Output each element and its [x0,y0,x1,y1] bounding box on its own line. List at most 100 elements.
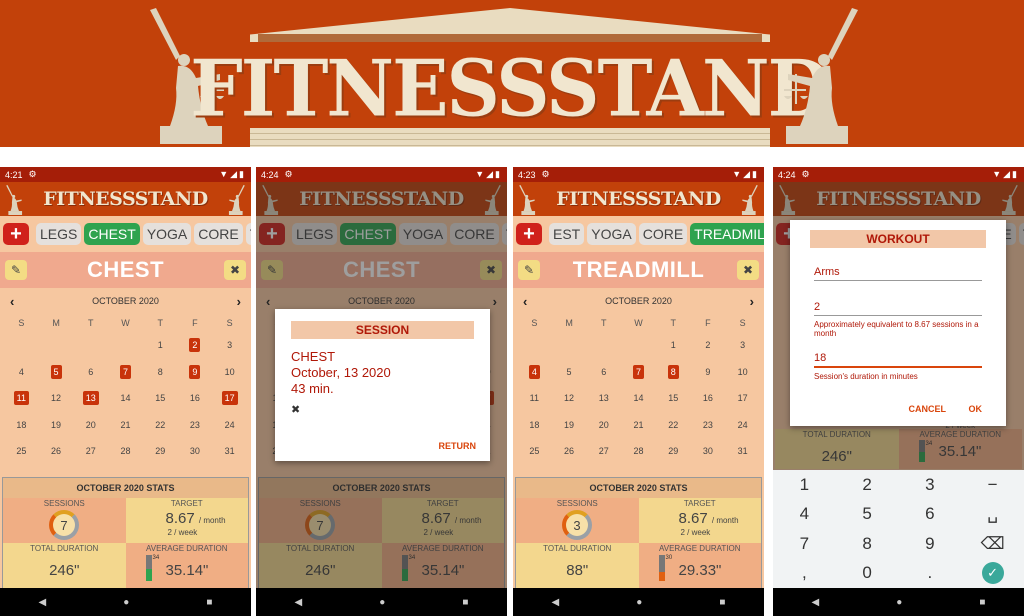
calendar-day[interactable]: 5 [39,359,74,386]
delete-icon[interactable]: ✖ [291,403,474,416]
chevron-left-icon[interactable]: ‹ [523,294,527,309]
tab-chest[interactable]: CHEST [84,223,140,245]
back-icon[interactable]: ◀ [39,597,47,608]
calendar-day[interactable]: 30 [178,438,213,465]
chevron-left-icon[interactable]: ‹ [10,294,14,309]
calendar-day[interactable]: 20 [73,412,108,439]
tab-est[interactable]: EST [549,223,585,245]
calendar-day[interactable]: 29 [143,438,178,465]
delete-icon[interactable]: ✖ [224,260,246,280]
session-day-marker[interactable]: 7 [119,364,131,379]
calendar-day[interactable]: 27 [586,438,621,465]
calendar-day[interactable]: 5 [552,359,587,386]
keypad-key[interactable]: ␣ [961,500,1024,530]
session-day-marker[interactable]: 9 [189,364,201,379]
keypad-done-key[interactable]: ✓ [961,559,1024,589]
calendar-day[interactable]: 28 [108,438,143,465]
calendar-day[interactable]: 26 [552,438,587,465]
calendar-day[interactable]: 12 [552,385,587,412]
tab-yoga[interactable]: YOGA [142,223,192,245]
workout-name-field[interactable]: Arms [814,266,982,281]
recents-icon[interactable]: ■ [206,597,212,608]
keypad-key[interactable]: 0 [836,559,899,589]
calendar-day[interactable]: 25 [4,438,39,465]
home-icon[interactable]: ● [123,597,129,608]
calendar-day[interactable]: 10 [212,359,247,386]
calendar-day[interactable]: 9 [691,359,726,386]
home-icon[interactable]: ● [379,597,385,608]
calendar-day[interactable]: 2 [691,332,726,359]
calendar-day[interactable]: 11 [4,385,39,412]
back-icon[interactable]: ◀ [295,597,303,608]
tab-yoga[interactable]: YOGA [587,223,636,245]
session-day-marker[interactable]: 7 [632,364,644,379]
return-button[interactable]: RETURN [439,441,477,451]
calendar-day[interactable]: 24 [212,412,247,439]
session-day-marker[interactable]: 11 [13,391,30,406]
session-day-marker[interactable]: 8 [667,364,679,379]
add-workout-button[interactable]: + [516,223,542,245]
calendar-day[interactable]: 13 [73,385,108,412]
keypad-key[interactable]: 6 [899,500,962,530]
calendar-day[interactable]: 28 [621,438,656,465]
session-day-marker[interactable]: 5 [50,364,62,379]
calendar-day[interactable]: 11 [517,385,552,412]
calendar-day[interactable]: 16 [178,385,213,412]
keypad-key[interactable]: 3 [899,470,962,500]
calendar-day[interactable]: 9 [178,359,213,386]
keypad-key[interactable]: . [899,559,962,589]
calendar-day[interactable]: 19 [39,412,74,439]
session-day-marker[interactable]: 13 [82,391,99,406]
keypad-key[interactable]: − [961,470,1024,500]
calendar-day[interactable]: 15 [656,385,691,412]
calendar-day[interactable]: 1 [143,332,178,359]
calendar-day[interactable]: 20 [586,412,621,439]
add-workout-button[interactable]: + [3,223,29,245]
recents-icon[interactable]: ■ [719,597,725,608]
calendar-day[interactable]: 19 [552,412,587,439]
tab-legs[interactable]: LEGS [36,223,82,245]
calendar-day[interactable]: 31 [212,438,247,465]
calendar-day[interactable]: 1 [656,332,691,359]
recents-icon[interactable]: ■ [979,597,985,608]
edit-pencil-icon[interactable]: ✎ [5,260,27,280]
calendar-day[interactable]: 23 [691,412,726,439]
calendar-day[interactable]: 21 [108,412,143,439]
chevron-right-icon[interactable]: › [237,294,241,309]
keypad-key[interactable]: 7 [773,529,836,559]
calendar-day[interactable]: 16 [691,385,726,412]
calendar-day[interactable]: 27 [73,438,108,465]
calendar-day[interactable]: 24 [725,412,760,439]
calendar-day[interactable]: 22 [143,412,178,439]
calendar-day[interactable]: 22 [656,412,691,439]
home-icon[interactable]: ● [896,597,902,608]
tab-treadmill[interactable]: TREADMILL [690,223,764,245]
calendar-day[interactable]: 13 [586,385,621,412]
calendar-day[interactable]: 26 [39,438,74,465]
calendar-day[interactable]: 14 [621,385,656,412]
calendar-day[interactable]: 2 [178,332,213,359]
calendar-day[interactable]: 18 [517,412,552,439]
ok-button[interactable]: OK [969,404,983,414]
session-day-marker[interactable]: 2 [189,338,201,353]
session-day-marker[interactable]: 4 [528,364,540,379]
tab-core[interactable]: CORE [638,223,688,245]
edit-pencil-icon[interactable]: ✎ [518,260,540,280]
session-day-marker[interactable]: 17 [221,391,238,406]
calendar-day[interactable]: 6 [586,359,621,386]
keypad-key[interactable]: ⌫ [961,529,1024,559]
calendar-day[interactable]: 3 [212,332,247,359]
duration-field[interactable]: 18 [814,352,982,368]
calendar-day[interactable]: 4 [4,359,39,386]
calendar-day[interactable]: 3 [725,332,760,359]
calendar-day[interactable]: 31 [725,438,760,465]
calendar-day[interactable]: 6 [73,359,108,386]
calendar-day[interactable]: 7 [108,359,143,386]
calendar-day[interactable]: 30 [691,438,726,465]
calendar-day[interactable]: 8 [656,359,691,386]
back-icon[interactable]: ◀ [812,597,820,608]
calendar-day[interactable]: 8 [143,359,178,386]
keypad-key[interactable]: 5 [836,500,899,530]
calendar-day[interactable]: 18 [4,412,39,439]
cancel-button[interactable]: CANCEL [909,404,947,414]
